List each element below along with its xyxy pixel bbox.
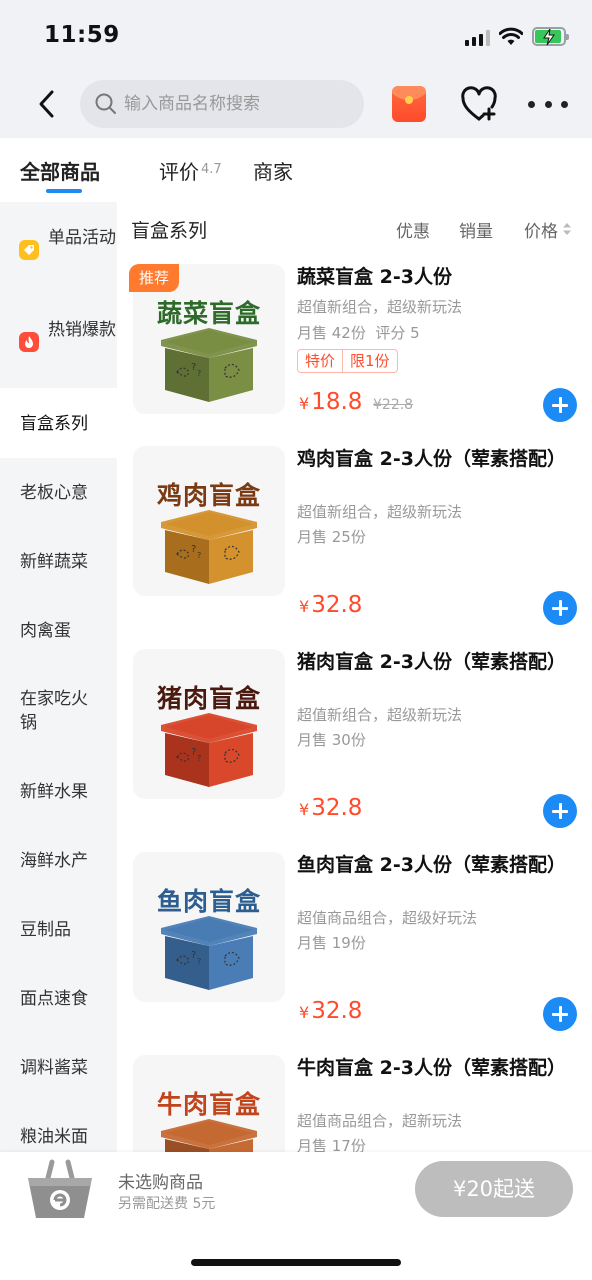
sort-discount[interactable]: 优惠 (396, 217, 430, 242)
add-to-cart-button[interactable] (543, 997, 577, 1031)
product-monthly-sales: 月售 19份 (297, 934, 366, 952)
tab-reviews[interactable]: 评价 4.7 (159, 156, 222, 185)
product-name: 牛肉盲盒 2-3人份（荤素搭配） (297, 1057, 566, 1079)
product-name: 蔬菜盲盒 2-3人份 (297, 266, 452, 288)
sidebar-item-boss-picks[interactable]: 老板心意 (20, 481, 112, 505)
svg-text:?: ? (197, 957, 201, 966)
status-time: 11:59 (44, 22, 120, 48)
product-description: 超值新组合，超级新玩法 (297, 503, 463, 521)
search-box[interactable] (80, 80, 364, 128)
cellular-signal-icon (465, 30, 491, 46)
shopping-basket-icon[interactable] (22, 1156, 98, 1224)
product-name: 鸡肉盲盒 2-3人份（荤素搭配） (297, 448, 566, 470)
product-description: 超值商品组合，超级好玩法 (297, 909, 478, 927)
store-tabs: 全部商品 评价 4.7 商家 (0, 138, 592, 202)
favorite-add-button[interactable] (460, 86, 498, 124)
product-price: ¥32.8 (299, 998, 363, 1024)
active-tab-indicator (46, 189, 82, 193)
more-options-button[interactable] (528, 94, 568, 114)
svg-text:?: ? (191, 362, 196, 373)
cart-status-text: 未选购商品 (118, 1173, 203, 1193)
category-title: 盲盒系列 (131, 220, 208, 242)
product-price: ¥18.8 (299, 389, 363, 415)
original-price: ¥22.8 (373, 397, 414, 413)
product-list-area: 盲盒系列 优惠 销量 价格 蔬菜盲盒 ?? 推荐 蔬菜盲盒 2-3人份 超值新组… (117, 202, 592, 1152)
add-to-cart-button[interactable] (543, 794, 577, 828)
sidebar-item-seafood[interactable]: 海鲜水产 (20, 849, 112, 873)
battery-icon (532, 27, 569, 46)
product-description: 超值新组合，超级新玩法 (297, 298, 463, 316)
recommend-badge: 推荐 (129, 264, 180, 292)
product-monthly-sales: 月售 42份 评分 5 (297, 324, 420, 342)
min-order-checkout-button[interactable]: ¥20起送 (415, 1161, 573, 1217)
sidebar-item-condiments[interactable]: 调料酱菜 (20, 1056, 112, 1080)
sort-sales[interactable]: 销量 (459, 217, 493, 242)
search-input[interactable] (124, 94, 344, 114)
product-card[interactable]: 鸡肉盲盒 ?? 鸡肉盲盒 2-3人份（荤素搭配） 超值新组合，超级新玩法 月售 … (117, 446, 592, 649)
cart-bar: 未选购商品 另需配送费 5元 ¥20起送 (0, 1152, 592, 1280)
wifi-icon (499, 27, 523, 45)
svg-text:?: ? (197, 551, 201, 560)
mystery-box-illustration: ?? (161, 1119, 257, 1152)
sort-price[interactable]: 价格 (524, 217, 572, 242)
promo-tags: 特价 限1份 (297, 349, 398, 373)
product-card[interactable]: 猪肉盲盒 ?? 猪肉盲盒 2-3人份（荤素搭配） 超值新组合，超级新玩法 月售 … (117, 649, 592, 852)
product-name: 鱼肉盲盒 2-3人份（荤素搭配） (297, 854, 566, 876)
delivery-fee-text: 另需配送费 5元 (118, 1196, 216, 1212)
sidebar-item-noodles-instant[interactable]: 面点速食 (20, 987, 112, 1011)
product-description: 超值商品组合，超新玩法 (297, 1112, 463, 1130)
home-indicator (191, 1259, 401, 1266)
sidebar-item-hot-sellers[interactable]: 热销爆款 (48, 318, 117, 342)
tab-merchant[interactable]: 商家 (253, 156, 293, 185)
svg-text:?: ? (191, 950, 196, 961)
sidebar-item-fresh-vegetables[interactable]: 新鲜蔬菜 (20, 550, 112, 574)
back-button[interactable] (30, 86, 62, 122)
special-price-tag: 特价 (305, 352, 336, 370)
chevron-left-icon (39, 90, 54, 118)
product-card[interactable]: 蔬菜盲盒 ?? 推荐 蔬菜盲盒 2-3人份 超值新组合，超级新玩法 月售 42份… (117, 264, 592, 467)
product-image: 牛肉盲盒 ?? (133, 1055, 285, 1152)
search-icon (95, 93, 116, 114)
svg-text:?: ? (191, 747, 196, 758)
product-image: 猪肉盲盒 ?? (133, 649, 285, 799)
sidebar-item-meat-eggs[interactable]: 肉禽蛋 (20, 619, 112, 643)
svg-text:?: ? (197, 369, 201, 378)
tag-icon (19, 240, 39, 260)
mystery-box-illustration: ?? (161, 510, 257, 584)
sort-arrows-icon (563, 223, 571, 235)
product-monthly-sales: 月售 17份 (297, 1137, 366, 1152)
mystery-box-illustration: ?? (161, 713, 257, 787)
product-monthly-sales: 月售 25份 (297, 528, 366, 546)
sidebar-item-grain-oil[interactable]: 粮油米面 (20, 1125, 112, 1149)
svg-text:?: ? (197, 754, 201, 763)
limit-one-tag: 限1份 (342, 350, 397, 372)
sidebar-item-hotpot[interactable]: 在家吃火锅 (20, 687, 102, 735)
review-score: 4.7 (201, 162, 222, 177)
product-card[interactable]: 牛肉盲盒 ?? 牛肉盲盒 2-3人份（荤素搭配） 超值商品组合，超新玩法 月售 … (117, 1055, 592, 1152)
mystery-box-illustration: ?? (161, 328, 257, 402)
category-sidebar: 单品活动 热销爆款 盲盒系列 老板心意 新鲜蔬菜 肉禽蛋 在家吃火锅 新鲜水果 … (0, 202, 117, 1152)
nav-bar (0, 72, 592, 138)
product-price: ¥32.8 (299, 795, 363, 821)
status-bar: 11:59 (0, 0, 592, 72)
product-image: 鱼肉盲盒 ?? (133, 852, 285, 1002)
product-description: 超值新组合，超级新玩法 (297, 706, 463, 724)
red-packet-button[interactable] (392, 86, 426, 122)
product-name: 猪肉盲盒 2-3人份（荤素搭配） (297, 651, 566, 673)
tab-all-products[interactable]: 全部商品 (20, 156, 100, 193)
sidebar-item-fresh-fruit[interactable]: 新鲜水果 (20, 780, 112, 804)
flame-icon (19, 332, 39, 352)
svg-text:?: ? (191, 544, 196, 555)
add-to-cart-button[interactable] (543, 388, 577, 422)
mystery-box-illustration: ?? (161, 916, 257, 990)
product-card[interactable]: 鱼肉盲盒 ?? 鱼肉盲盒 2-3人份（荤素搭配） 超值商品组合，超级好玩法 月售… (117, 852, 592, 1055)
sidebar-item-single-deals[interactable]: 单品活动 (48, 226, 117, 250)
sidebar-item-tofu[interactable]: 豆制品 (20, 918, 112, 942)
product-rating: 评分 5 (375, 324, 420, 342)
product-price: ¥32.8 (299, 592, 363, 618)
sidebar-item-blind-box[interactable]: 盲盒系列 (20, 412, 112, 436)
product-monthly-sales: 月售 30份 (297, 731, 366, 749)
product-image: 鸡肉盲盒 ?? (133, 446, 285, 596)
add-to-cart-button[interactable] (543, 591, 577, 625)
